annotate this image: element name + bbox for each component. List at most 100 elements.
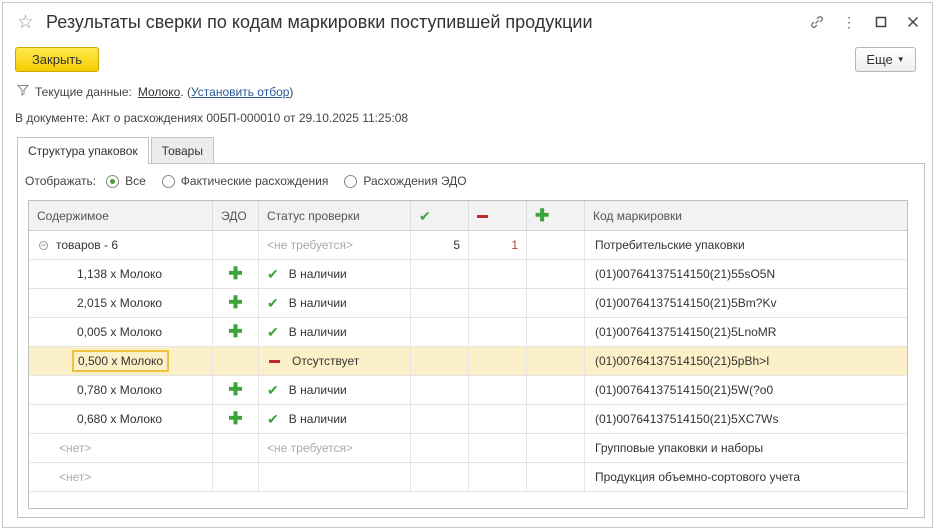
title-bar: ☆ Результаты сверки по кодам маркировки …: [3, 3, 932, 41]
row-content: <нет>: [29, 463, 213, 491]
more-button-label: Еще: [866, 52, 893, 67]
dialog-window: ☆ Результаты сверки по кодам маркировки …: [2, 2, 933, 528]
group-edo-cell: [213, 231, 259, 259]
group-code: Потребительские упаковки: [595, 238, 745, 252]
row-code: (01)00764137514150(21)5W(?o0: [595, 383, 774, 397]
row-content: 0,780 х Молоко: [29, 376, 213, 404]
more-vertical-icon[interactable]: ⋮: [838, 12, 860, 32]
header-content[interactable]: Содержимое: [29, 201, 213, 231]
close-button[interactable]: Закрыть: [15, 47, 99, 72]
row-extra-cell: [527, 463, 585, 491]
row-found-cell: [411, 376, 469, 404]
row-status-cell: ✔ В наличии: [259, 405, 411, 433]
table-row[interactable]: 0,780 х Молоко ✚ ✔ В наличии (01)0076413…: [29, 376, 907, 405]
row-extra-cell: [527, 260, 585, 288]
row-status-cell: Отсутствует: [259, 347, 411, 375]
edo-plus-icon: ✚: [213, 289, 259, 317]
maximize-icon[interactable]: [870, 12, 892, 32]
header-missing[interactable]: [469, 201, 527, 231]
group-content-cell: − товаров - 6: [29, 231, 213, 259]
edo-plus-icon: ✚: [213, 318, 259, 346]
table-row[interactable]: 0,680 х Молоко ✚ ✔ В наличии (01)0076413…: [29, 405, 907, 434]
check-icon: ✔: [267, 294, 279, 311]
group-extra-cell: [527, 231, 585, 259]
check-icon: ✔: [419, 207, 431, 224]
row-missing-cell: [469, 260, 527, 288]
row-missing-cell: [469, 289, 527, 317]
dropdown-arrow-icon: ▼: [896, 55, 905, 64]
row-status-cell: ✔ В наличии: [259, 376, 411, 404]
close-icon[interactable]: [902, 12, 924, 32]
table-header: Содержимое ЭДО Статус проверки ✔ ✚ Код м…: [29, 201, 907, 231]
radio-actual-discrepancies[interactable]: [161, 174, 175, 188]
group-status: <не требуется>: [259, 231, 411, 259]
more-button[interactable]: Еще ▼: [855, 47, 916, 72]
collapse-icon[interactable]: −: [39, 240, 48, 250]
edo-plus-icon: ✚: [213, 376, 259, 404]
row-status-cell: ✔ В наличии: [259, 289, 411, 317]
row-extra-cell: [527, 318, 585, 346]
table-row-group-packages[interactable]: <нет> <не требуется> Групповые упаковки …: [29, 434, 907, 463]
row-found-cell: [411, 347, 469, 375]
row-code: Продукция объемно-сортового учета: [595, 470, 801, 484]
check-icon: ✔: [267, 265, 279, 282]
document-label: В документе:: [15, 111, 89, 125]
radio-all[interactable]: [106, 174, 120, 188]
row-content: 2,015 х Молоко: [29, 289, 213, 317]
table-row[interactable]: 1,138 х Молоко ✚ ✔ В наличии (01)0076413…: [29, 260, 907, 289]
header-status[interactable]: Статус проверки: [259, 201, 411, 231]
radio-all-label[interactable]: Все: [125, 174, 146, 188]
table-row[interactable]: 2,015 х Молоко ✚ ✔ В наличии (01)0076413…: [29, 289, 907, 318]
favorite-star-icon[interactable]: ☆: [17, 11, 34, 34]
title-bar-actions: ⋮: [806, 12, 924, 32]
group-missing-count: 1: [469, 231, 527, 259]
table-group-row[interactable]: − товаров - 6 <не требуется> 5 1 Потреби…: [29, 231, 907, 260]
header-extra[interactable]: ✚: [527, 201, 585, 231]
row-found-cell: [411, 318, 469, 346]
edo-plus-icon: ✚: [213, 260, 259, 288]
tab-goods[interactable]: Товары: [150, 137, 214, 163]
row-status: В наличии: [288, 296, 347, 310]
group-content: товаров - 6: [56, 238, 119, 252]
table-row-bulk-products[interactable]: <нет> Продукция объемно-сортового учета: [29, 463, 907, 492]
row-content-cell: 0,500 х Молоко: [29, 347, 213, 375]
display-label: Отображать:: [25, 174, 97, 188]
row-code: (01)00764137514150(21)55sO5N: [595, 267, 776, 281]
check-icon: ✔: [267, 410, 279, 427]
radio-edo-discrepancies-label[interactable]: Расхождения ЭДО: [363, 174, 466, 188]
results-table: Содержимое ЭДО Статус проверки ✔ ✚ Код м…: [28, 200, 908, 509]
set-filter-link[interactable]: Установить отбор: [191, 85, 289, 99]
plus-icon: ✚: [535, 206, 550, 225]
radio-actual-discrepancies-label[interactable]: Фактические расхождения: [181, 174, 329, 188]
row-extra-cell: [527, 289, 585, 317]
header-found[interactable]: ✔: [411, 201, 469, 231]
row-missing-cell: [469, 405, 527, 433]
window-title: Результаты сверки по кодам маркировки по…: [46, 12, 593, 32]
row-code: (01)00764137514150(21)5pBh>I: [595, 354, 770, 368]
table-row-selected[interactable]: 0,500 х Молоко Отсутствует (01)007641375…: [29, 347, 907, 376]
row-extra-cell: [527, 347, 585, 375]
row-missing-cell: [469, 434, 527, 462]
table-row[interactable]: 0,005 х Молоко ✚ ✔ В наличии (01)0076413…: [29, 318, 907, 347]
filter-icon: [16, 84, 30, 99]
radio-edo-discrepancies[interactable]: [344, 174, 358, 188]
header-edo[interactable]: ЭДО: [213, 201, 259, 231]
row-missing-cell: [469, 318, 527, 346]
tab-package-structure[interactable]: Структура упаковок: [17, 137, 149, 164]
link-icon[interactable]: [806, 12, 828, 32]
row-missing-cell: [469, 463, 527, 491]
row-status: В наличии: [288, 383, 347, 397]
row-found-cell: [411, 260, 469, 288]
missing-minus-icon: [269, 359, 280, 363]
row-code: (01)00764137514150(21)5Bm?Kv: [595, 296, 777, 310]
filter-paren-open: . (: [180, 84, 191, 99]
filter-prefix: Текущие данные:: [35, 84, 132, 99]
row-edo-cell: [213, 347, 259, 375]
header-code[interactable]: Код маркировки: [585, 201, 907, 231]
row-content[interactable]: 0,500 х Молоко: [72, 350, 170, 372]
filter-value-link[interactable]: Молоко: [138, 85, 180, 99]
check-icon: ✔: [267, 381, 279, 398]
row-status: [259, 463, 411, 491]
row-status: Отсутствует: [292, 354, 360, 368]
row-status: <не требуется>: [259, 434, 411, 462]
